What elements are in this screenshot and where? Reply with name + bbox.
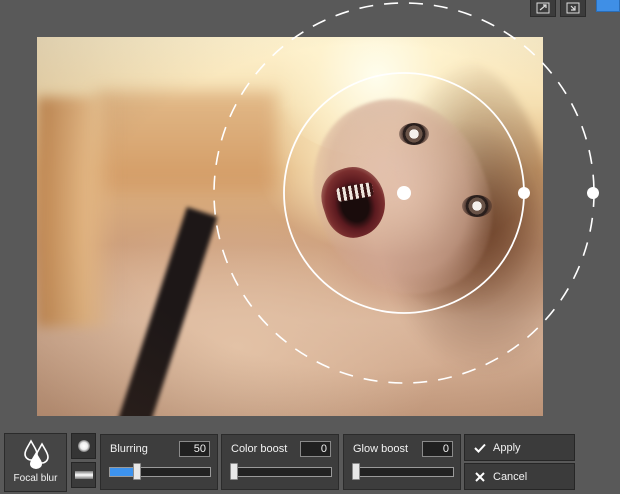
blurring-track[interactable] <box>109 467 211 477</box>
color-boost-thumb[interactable] <box>230 463 238 480</box>
glow-boost-thumb[interactable] <box>352 463 360 480</box>
blurring-control: Blurring 50 <box>100 434 218 490</box>
blurring-fill <box>110 468 135 476</box>
focal-blur-tool[interactable]: Focal blur <box>4 433 67 492</box>
color-boost-track[interactable] <box>230 467 332 477</box>
circle-icon <box>77 440 90 452</box>
linear-mode-button[interactable] <box>71 462 96 488</box>
apply-label: Apply <box>493 441 521 454</box>
blurring-thumb[interactable] <box>132 463 141 480</box>
color-boost-label: Color boost <box>231 443 288 455</box>
inner-radius-handle[interactable] <box>518 187 530 199</box>
glow-boost-label: Glow boost <box>353 443 409 455</box>
color-boost-value[interactable]: 0 <box>300 441 331 457</box>
glow-boost-value[interactable]: 0 <box>422 441 453 457</box>
blurring-label: Blurring <box>110 443 148 455</box>
glow-boost-control: Glow boost 0 <box>343 434 461 490</box>
drops-icon <box>24 439 49 469</box>
apply-button[interactable]: Apply <box>464 434 575 461</box>
cancel-label: Cancel <box>493 470 528 483</box>
check-icon <box>473 443 487 453</box>
center-handle[interactable] <box>397 186 411 200</box>
outer-radius-handle[interactable] <box>587 187 599 199</box>
bar-icon <box>74 471 93 479</box>
color-boost-control: Color boost 0 <box>221 434 339 490</box>
radial-mode-button[interactable] <box>71 433 96 459</box>
blurring-value[interactable]: 50 <box>179 441 210 457</box>
close-icon <box>473 471 487 482</box>
focal-overlay <box>213 2 599 384</box>
cancel-button[interactable]: Cancel <box>464 463 575 490</box>
glow-boost-track[interactable] <box>352 467 454 477</box>
tool-label: Focal blur <box>13 473 58 484</box>
